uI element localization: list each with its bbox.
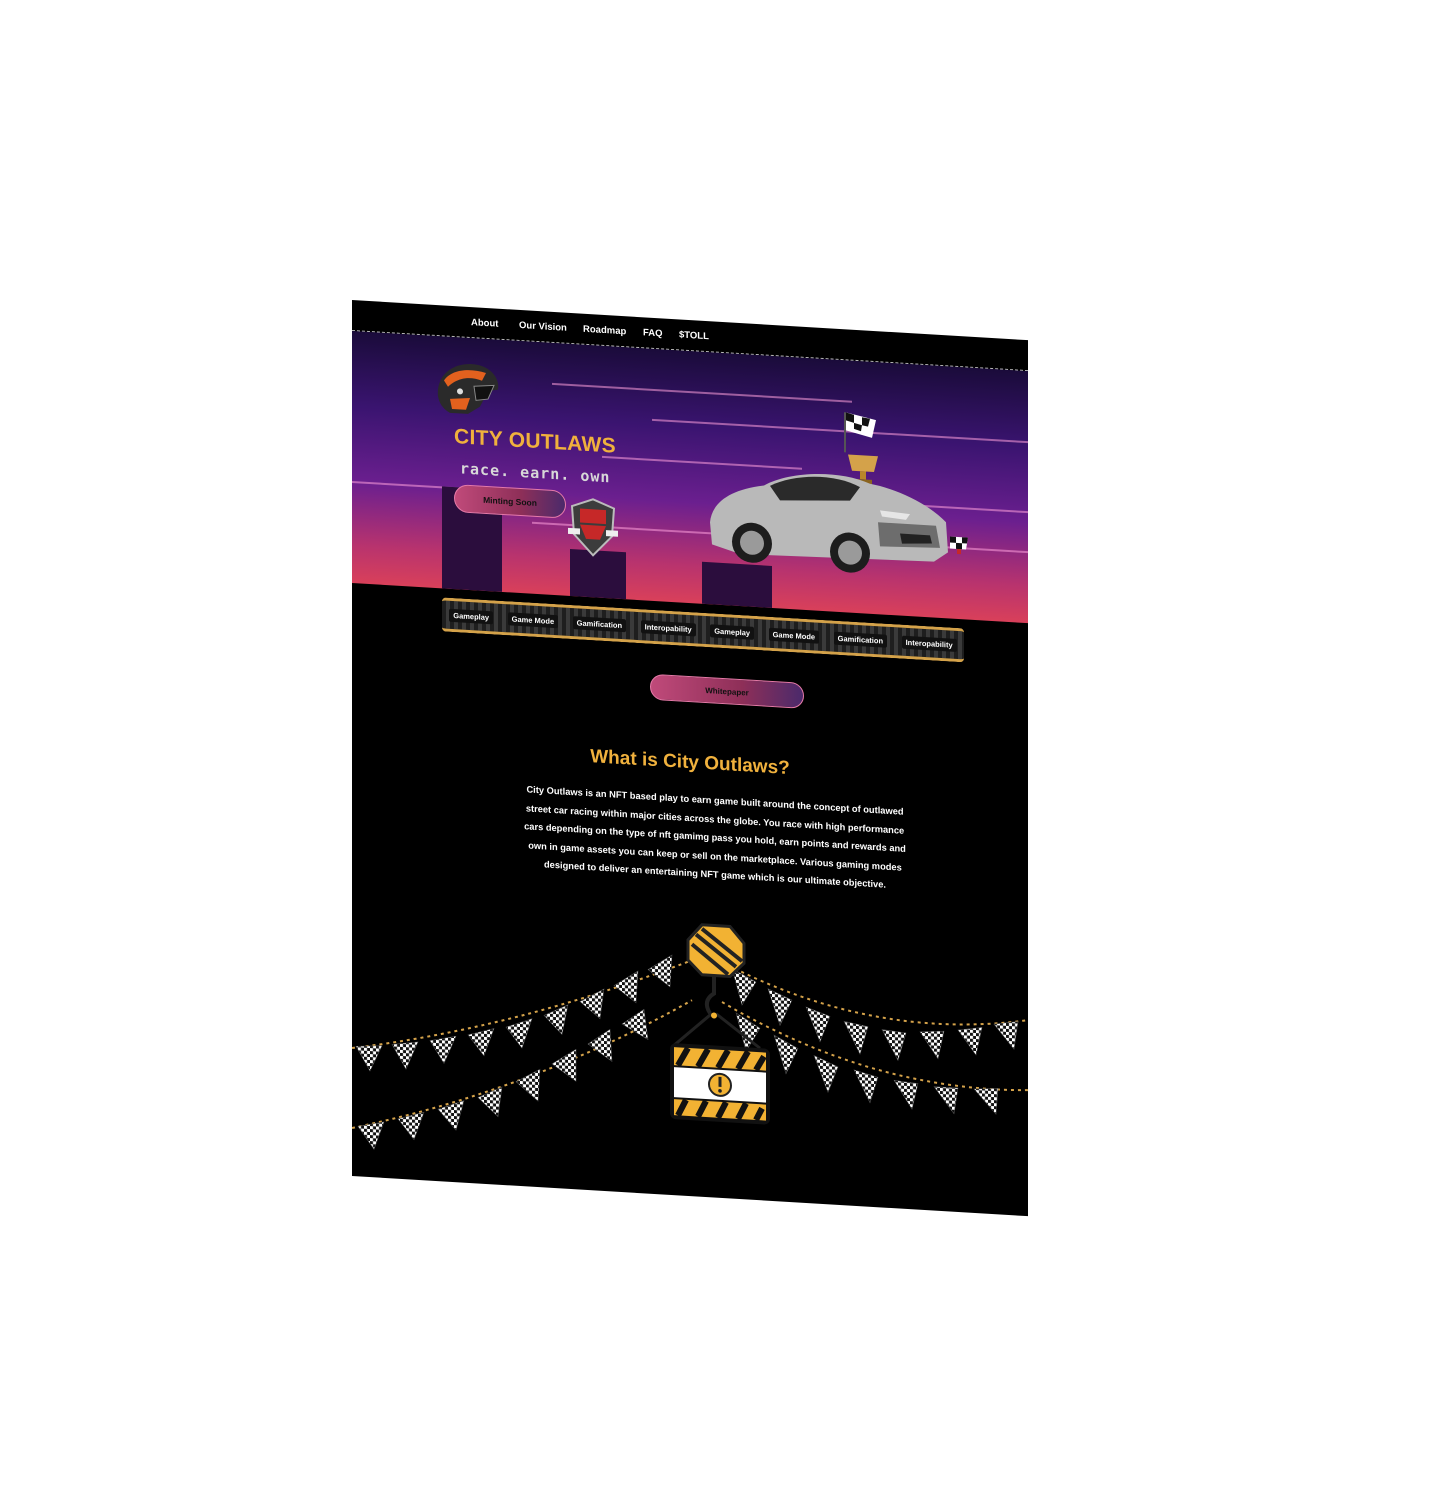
about-title: What is City Outlaws? — [590, 746, 790, 780]
hero-banner: CITY OUTLAWS race. earn. own Minting Soo… — [352, 331, 1028, 624]
nav-about[interactable]: About — [471, 317, 498, 330]
bunting-flags — [352, 923, 1028, 1150]
marquee-item-gamification: Gamification — [833, 631, 888, 648]
marquee-item-game-mode: Game Mode — [768, 627, 820, 644]
warning-sign-icon — [670, 923, 770, 1125]
nav-faq[interactable]: FAQ — [643, 327, 663, 339]
nav-our-vision[interactable]: Our Vision — [519, 320, 567, 334]
marquee-item-game-mode: Game Mode — [507, 611, 559, 628]
whitepaper-button[interactable]: Whitepaper — [650, 673, 804, 709]
checkered-flag-icon — [950, 536, 968, 555]
stage: About Our Vision Roadmap FAQ $TOLL CITY … — [0, 0, 1441, 1486]
about-body: City Outlaws is an NFT based play to ear… — [524, 784, 906, 890]
marquee-item-gameplay: Gameplay — [710, 623, 755, 640]
website-screenshot: About Our Vision Roadmap FAQ $TOLL CITY … — [352, 300, 1028, 1217]
hero-tagline: race. earn. own — [460, 459, 611, 487]
shield-badge-icon — [568, 498, 618, 557]
helmet-icon — [437, 364, 499, 414]
race-car-image — [710, 474, 948, 573]
hero-title: CITY OUTLAWS — [454, 425, 616, 458]
marquee-item-interopability: Interopability — [901, 635, 957, 652]
nav-toll[interactable]: $TOLL — [679, 329, 709, 342]
marquee-item-interopability: Interopability — [640, 619, 696, 636]
marquee-item-gamification: Gamification — [572, 615, 627, 632]
nav-roadmap[interactable]: Roadmap — [583, 324, 626, 338]
marquee-item-gameplay: Gameplay — [449, 608, 494, 624]
